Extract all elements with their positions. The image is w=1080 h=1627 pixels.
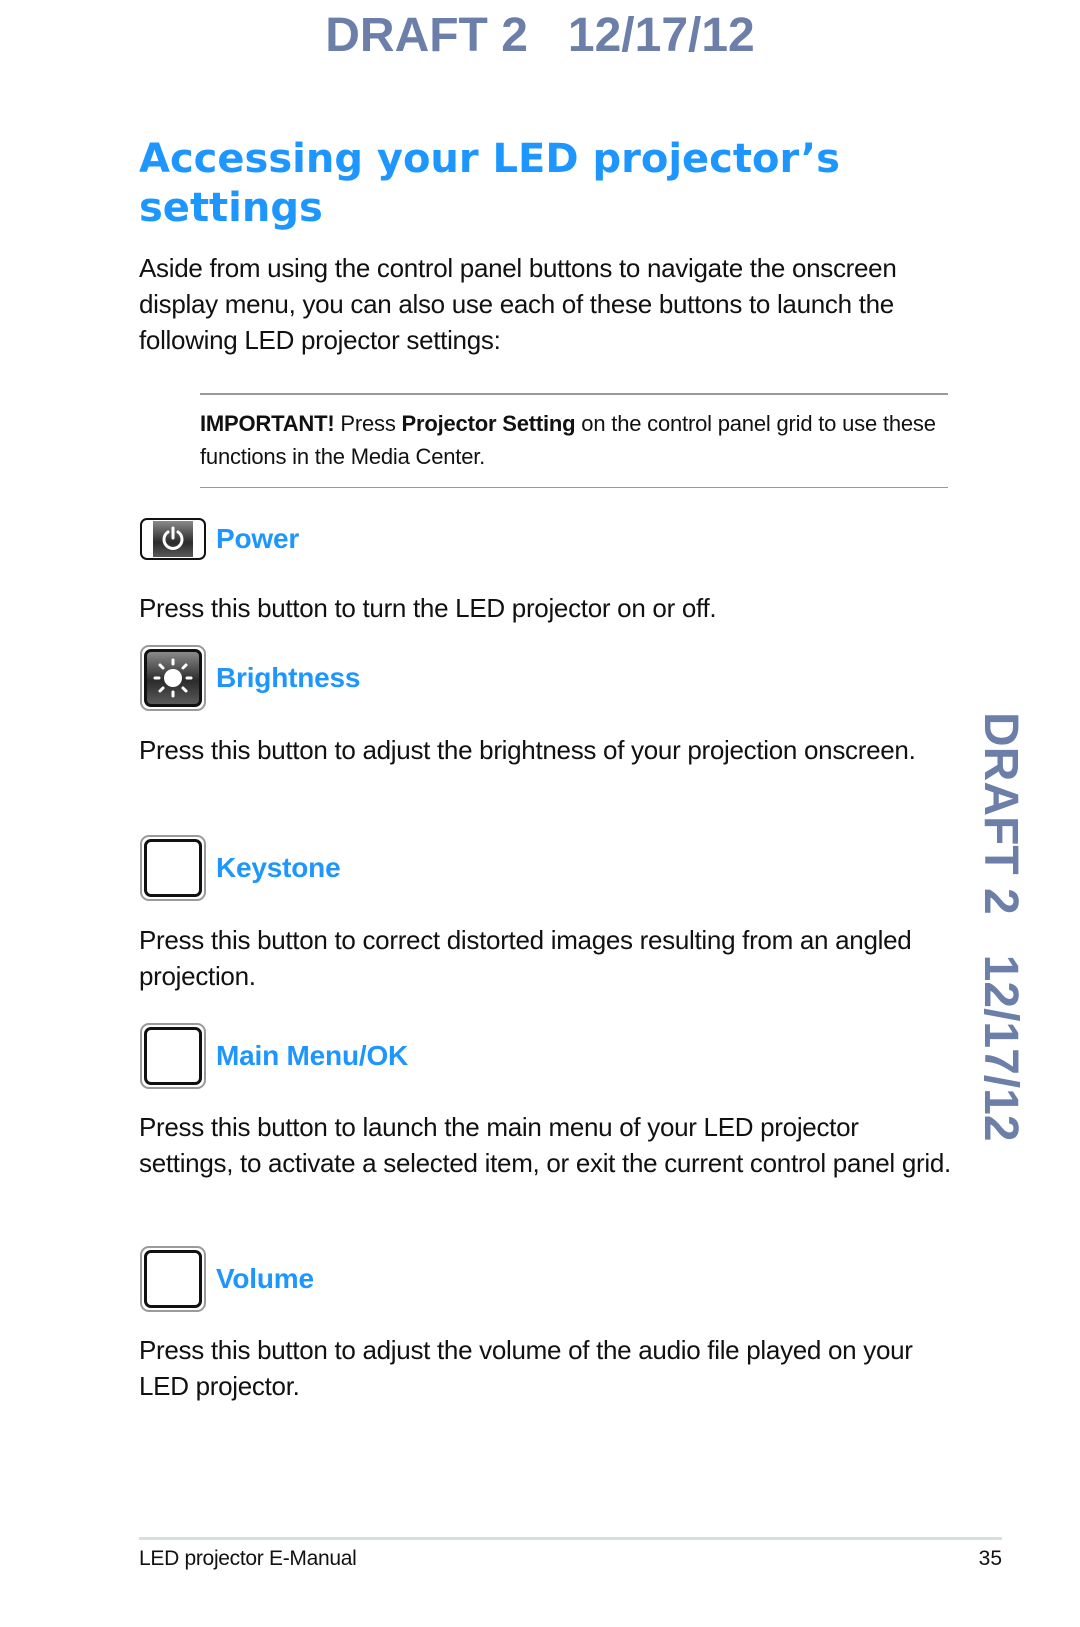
section-label-brightness: Brightness	[216, 662, 361, 693]
note-text-1: Press	[334, 411, 402, 436]
blank-key-icon	[144, 1027, 202, 1085]
footer-page-number: 35	[978, 1547, 1002, 1570]
important-note: IMPORTANT! Press Projector Setting on th…	[200, 393, 948, 488]
power-icon	[162, 526, 184, 550]
footer-manual-name: LED projector E-Manual	[139, 1547, 357, 1570]
section-desc-main-menu: Press this button to launch the main men…	[139, 1112, 951, 1178]
section-desc-keystone: Press this button to correct distorted i…	[139, 925, 912, 991]
draft-watermark-top: DRAFT 2 12/17/12	[325, 9, 755, 62]
draft-watermark-side: DRAFT 2 12/17/12	[974, 712, 1027, 1142]
section-volume-heading: Volume	[140, 1246, 314, 1312]
intro-paragraph: Aside from using the control panel butto…	[139, 253, 897, 355]
note-emphasis: Projector Setting	[401, 411, 576, 436]
blank-key-icon	[144, 839, 202, 897]
blank-key-icon	[144, 1250, 202, 1308]
keystone-button-graphic	[140, 835, 206, 901]
note-lead: IMPORTANT!	[200, 411, 335, 436]
section-desc-power: Press this button to turn the LED projec…	[139, 593, 717, 623]
section-desc-volume: Press this button to adjust the volume o…	[139, 1335, 913, 1401]
section-power-heading: Power	[140, 518, 299, 560]
section-label-keystone: Keystone	[216, 852, 341, 883]
sun-icon	[153, 658, 193, 698]
section-desc-brightness: Press this button to adjust the brightne…	[139, 735, 916, 765]
section-label-power: Power	[216, 523, 300, 554]
section-label-volume: Volume	[216, 1263, 314, 1294]
section-brightness-heading: Brightness	[140, 645, 360, 711]
volume-button-graphic	[140, 1246, 206, 1312]
main-menu-button-graphic	[140, 1023, 206, 1089]
section-keystone-heading: Keystone	[140, 835, 341, 901]
page-title: Accessing your LED projector’s settings	[139, 136, 840, 231]
section-label-main-menu: Main Menu/OK	[216, 1040, 409, 1071]
brightness-button-graphic	[140, 645, 206, 711]
section-main-menu-heading: Main Menu/OK	[140, 1023, 408, 1089]
power-button-graphic	[140, 518, 206, 560]
footer-divider	[139, 1537, 1002, 1540]
